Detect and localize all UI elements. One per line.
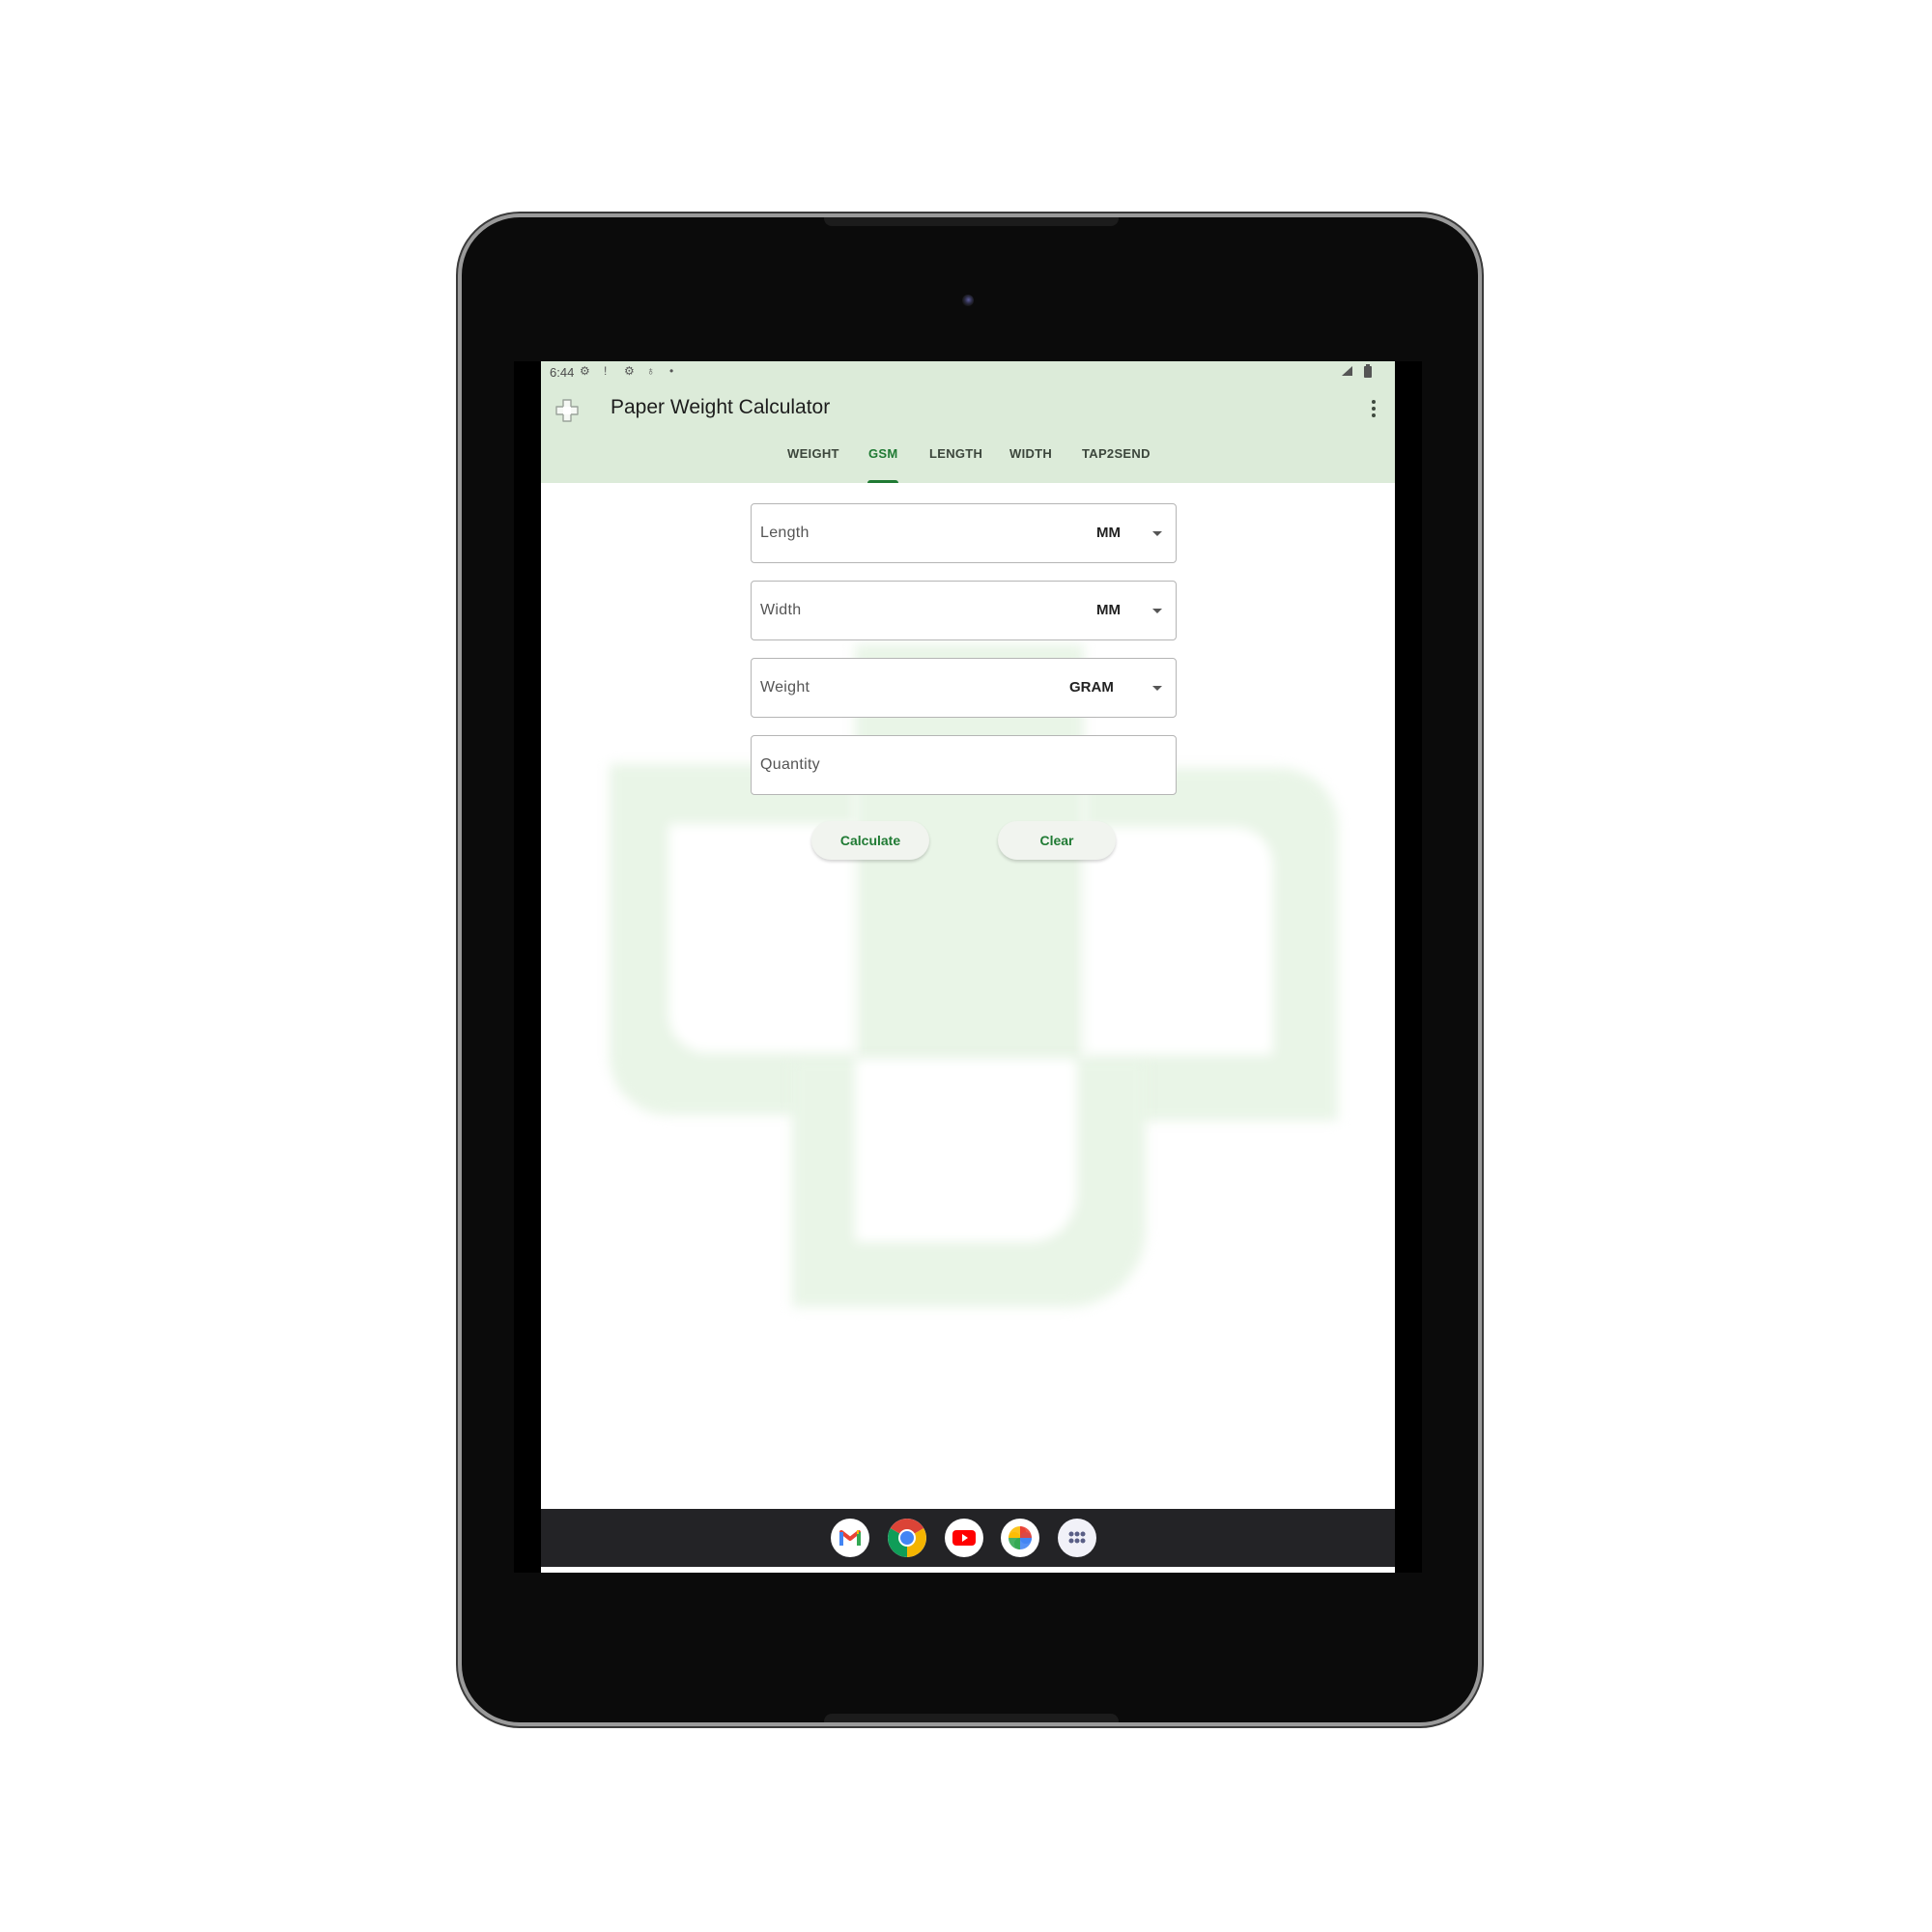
tab-length[interactable]: LENGTH: [929, 446, 982, 461]
accessibility-icon: ♁: [646, 364, 655, 378]
active-tab-indicator: [867, 480, 898, 483]
photos-icon[interactable]: [1001, 1519, 1039, 1557]
chevron-down-icon[interactable]: [1152, 531, 1162, 536]
app-logo-icon: [554, 398, 580, 423]
device-top-notch: [824, 217, 1119, 226]
app-title: Paper Weight Calculator: [611, 396, 831, 418]
tab-bar: WEIGHT GSM LENGTH WIDTH TAP2SEND: [541, 446, 1395, 483]
signal-icon: [1341, 365, 1354, 380]
status-bar: 6:44 ⚙ ! ⚙ ♁ •: [541, 361, 1395, 384]
weight-field[interactable]: Weight GRAM: [751, 658, 1177, 718]
length-unit-select[interactable]: MM: [1096, 525, 1121, 541]
quantity-field[interactable]: Quantity: [751, 735, 1177, 795]
width-field[interactable]: Width MM: [751, 581, 1177, 640]
clear-button[interactable]: Clear: [998, 821, 1116, 860]
gmail-icon[interactable]: [831, 1519, 869, 1557]
battery-icon: [1364, 364, 1372, 381]
device-screen: 6:44 ⚙ ! ⚙ ♁ • Paper Weight Calculator W…: [541, 361, 1395, 1573]
tab-tap2send[interactable]: TAP2SEND: [1082, 446, 1151, 461]
quantity-label: Quantity: [760, 756, 820, 773]
taskbar: [541, 1509, 1395, 1567]
length-label: Length: [760, 525, 810, 541]
app-bar: 6:44 ⚙ ! ⚙ ♁ • Paper Weight Calculator W…: [541, 361, 1395, 483]
network-icon: ⚙: [624, 364, 635, 378]
app-drawer-icon[interactable]: [1058, 1519, 1096, 1557]
tab-width[interactable]: WIDTH: [1009, 446, 1052, 461]
tab-weight[interactable]: WEIGHT: [787, 446, 839, 461]
settings-gear-icon: ⚙: [580, 364, 590, 378]
length-field[interactable]: Length MM: [751, 503, 1177, 563]
alert-icon: !: [604, 364, 608, 378]
chrome-icon[interactable]: [888, 1519, 926, 1557]
tab-gsm[interactable]: GSM: [868, 446, 898, 461]
calculate-button[interactable]: Calculate: [811, 821, 929, 860]
weight-label: Weight: [760, 679, 810, 696]
chevron-down-icon[interactable]: [1152, 609, 1162, 613]
youtube-icon[interactable]: [945, 1519, 983, 1557]
front-camera: [962, 295, 974, 306]
weight-unit-select[interactable]: GRAM: [1069, 679, 1114, 696]
more-vert-icon[interactable]: [1370, 400, 1378, 419]
device-bottom-notch: [824, 1714, 1119, 1722]
chevron-down-icon[interactable]: [1152, 686, 1162, 691]
width-label: Width: [760, 602, 802, 618]
width-unit-select[interactable]: MM: [1096, 602, 1121, 618]
dot-icon: •: [669, 364, 674, 378]
status-time: 6:44: [550, 365, 575, 380]
